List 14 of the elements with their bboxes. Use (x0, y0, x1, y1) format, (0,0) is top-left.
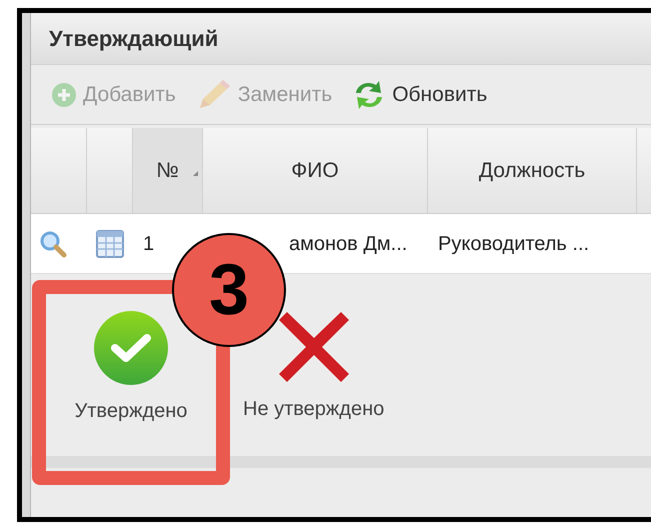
cross-icon (276, 310, 351, 384)
table-cell-text: Руководитель ... (438, 232, 590, 256)
panel-title: Утверждающий (49, 25, 218, 53)
sort-icon (193, 170, 198, 176)
toolbar-button[interactable]: Обновить (352, 78, 488, 110)
column-header[interactable]: № (133, 128, 203, 213)
column-header[interactable]: Должность (428, 128, 637, 213)
column-header[interactable]: ФИО (203, 128, 428, 213)
check-circle-icon (93, 310, 169, 386)
table-icon[interactable] (95, 228, 125, 258)
plus-circle-icon (51, 82, 77, 108)
magnifier-icon[interactable] (39, 230, 67, 258)
table-cell-text: 1 (143, 232, 154, 256)
table-cell-text: амонов Дм... (289, 232, 408, 256)
